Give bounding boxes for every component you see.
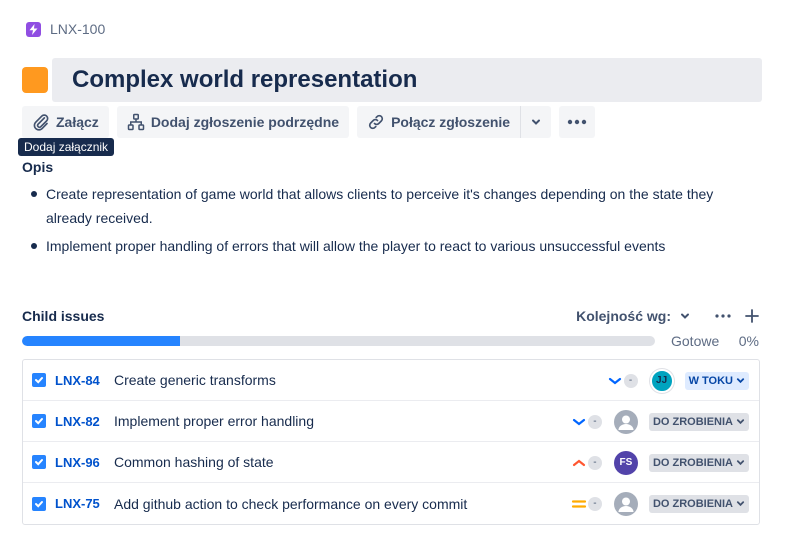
assignee-avatar[interactable]: JJ bbox=[649, 368, 674, 393]
child-issues-controls: Kolejność wg: bbox=[576, 308, 759, 324]
status-label: W TOKU bbox=[688, 374, 733, 387]
plus-icon[interactable] bbox=[745, 309, 759, 323]
issue-summary[interactable]: Create generic transforms bbox=[114, 372, 276, 388]
priority-low-icon bbox=[607, 373, 623, 389]
child-issues-progress: Gotowe 0% bbox=[22, 332, 759, 350]
unassigned-avatar-icon[interactable] bbox=[613, 491, 638, 516]
add-child-issue-button[interactable]: Dodaj zgłoszenie podrzędne bbox=[116, 106, 350, 138]
progress-bar bbox=[22, 336, 655, 346]
link-issue-split-button: Połącz zgłoszenie bbox=[357, 106, 552, 138]
chevron-down-icon bbox=[736, 460, 745, 466]
attach-tooltip: Dodaj załącznik bbox=[18, 138, 115, 156]
progress-bar-fill bbox=[22, 336, 181, 346]
add-child-issue-label: Dodaj zgłoszenie podrzędne bbox=[150, 114, 340, 130]
issue-title-row: Complex world representation bbox=[22, 58, 762, 102]
story-points-badge[interactable]: - bbox=[587, 414, 602, 429]
description-list[interactable]: Create representation of game world that… bbox=[28, 182, 748, 262]
more-icon bbox=[567, 119, 587, 125]
issue-summary[interactable]: Add github action to check performance o… bbox=[114, 496, 467, 512]
issue-type-icon bbox=[32, 455, 46, 469]
child-issues-header: Child issues Kolejność wg: bbox=[22, 306, 759, 326]
issue-title[interactable]: Complex world representation bbox=[52, 58, 762, 102]
issue-meta: - DO ZROBIENIA bbox=[571, 483, 749, 524]
chevron-down-icon bbox=[679, 310, 691, 322]
issue-key[interactable]: LNX-82 bbox=[55, 414, 105, 429]
issue-key[interactable]: LNX-84 bbox=[55, 373, 105, 388]
hierarchy-icon bbox=[127, 113, 145, 131]
more-actions-button[interactable] bbox=[559, 106, 596, 138]
issue-meta: - FS DO ZROBIENIA bbox=[571, 442, 749, 483]
child-issues-list: LNX-84 Create generic transforms - JJ W … bbox=[22, 359, 760, 525]
chevron-down-icon bbox=[736, 501, 745, 507]
child-issues-heading: Child issues bbox=[22, 308, 105, 324]
description-heading: Opis bbox=[22, 159, 54, 175]
description-item: Implement proper handling of errors that… bbox=[28, 234, 748, 258]
issue-key[interactable]: LNX-96 bbox=[55, 455, 105, 470]
sort-by-button[interactable]: Kolejność wg: bbox=[576, 308, 691, 324]
chevron-down-icon bbox=[530, 116, 542, 128]
issue-meta: - DO ZROBIENIA bbox=[571, 401, 749, 442]
issue-type-icon bbox=[32, 414, 46, 428]
child-issue-row[interactable]: LNX-96 Common hashing of state - FS DO Z… bbox=[23, 442, 759, 483]
epic-icon[interactable] bbox=[26, 21, 41, 37]
status-dropdown[interactable]: DO ZROBIENIA bbox=[648, 494, 749, 513]
status-label: DO ZROBIENIA bbox=[652, 415, 733, 428]
task-type-icon[interactable] bbox=[22, 67, 48, 93]
status-label: DO ZROBIENIA bbox=[652, 456, 733, 469]
status-dropdown[interactable]: DO ZROBIENIA bbox=[648, 412, 749, 431]
link-issue-label: Połącz zgłoszenie bbox=[391, 114, 511, 130]
progress-percent: 0% bbox=[738, 333, 759, 349]
assignee-avatar[interactable]: FS bbox=[613, 450, 638, 475]
progress-label: Gotowe bbox=[671, 333, 720, 349]
status-label: DO ZROBIENIA bbox=[652, 497, 733, 510]
story-points-badge[interactable]: - bbox=[587, 496, 602, 511]
attach-button[interactable]: Załącz bbox=[22, 106, 109, 138]
link-icon bbox=[367, 113, 385, 131]
more-icon[interactable] bbox=[715, 314, 731, 318]
description-item: Create representation of game world that… bbox=[28, 182, 748, 230]
issue-key[interactable]: LNX-75 bbox=[55, 496, 105, 511]
issue-type-icon bbox=[32, 496, 46, 511]
breadcrumb-parent-key[interactable]: LNX-100 bbox=[50, 21, 105, 37]
issue-summary[interactable]: Common hashing of state bbox=[114, 454, 274, 470]
child-issue-row[interactable]: LNX-84 Create generic transforms - JJ W … bbox=[23, 360, 759, 401]
priority-high-icon bbox=[571, 455, 587, 471]
paperclip-icon bbox=[32, 113, 50, 131]
issue-type-icon bbox=[32, 373, 46, 387]
sort-by-label: Kolejność wg: bbox=[576, 308, 671, 324]
link-issue-button[interactable]: Połącz zgłoszenie bbox=[357, 106, 521, 138]
issue-toolbar: Załącz Dodaj zgłoszenie podrzędne Połącz… bbox=[22, 106, 596, 138]
status-dropdown[interactable]: DO ZROBIENIA bbox=[648, 453, 749, 472]
priority-medium-icon bbox=[571, 496, 587, 512]
attach-button-label: Załącz bbox=[56, 114, 99, 130]
issue-summary[interactable]: Implement proper error handling bbox=[114, 413, 314, 429]
story-points-badge[interactable]: - bbox=[587, 455, 602, 470]
status-dropdown[interactable]: W TOKU bbox=[684, 371, 749, 390]
priority-low-icon bbox=[571, 414, 587, 430]
unassigned-avatar-icon[interactable] bbox=[613, 409, 638, 434]
child-issue-row[interactable]: LNX-82 Implement proper error handling -… bbox=[23, 401, 759, 442]
story-points-badge[interactable]: - bbox=[623, 373, 638, 388]
link-issue-dropdown-button[interactable] bbox=[520, 106, 552, 138]
chevron-down-icon bbox=[736, 419, 745, 425]
chevron-down-icon bbox=[736, 378, 745, 384]
issue-meta: - JJ W TOKU bbox=[607, 360, 749, 401]
breadcrumb: LNX-100 bbox=[26, 21, 105, 37]
child-issue-row[interactable]: LNX-75 Add github action to check perfor… bbox=[23, 483, 759, 524]
